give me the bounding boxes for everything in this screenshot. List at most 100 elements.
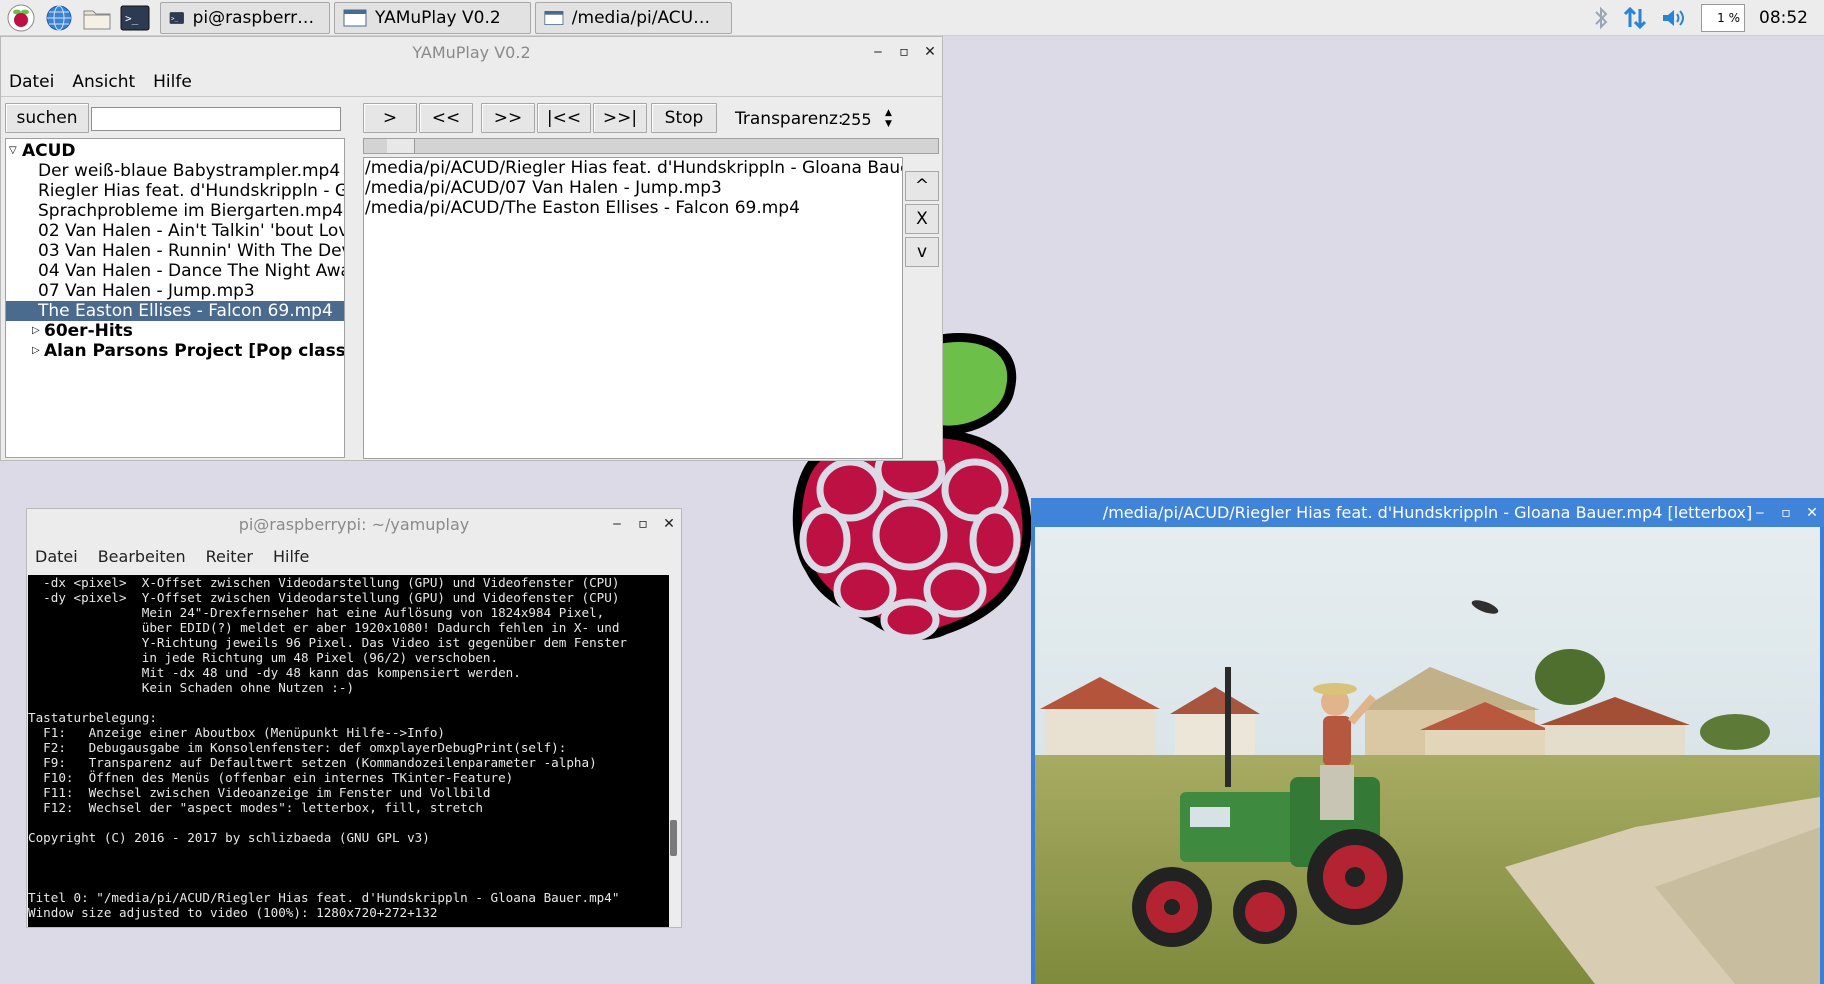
scrollbar-thumb[interactable]	[670, 820, 677, 856]
taskbar-task-terminal[interactable]: >_ pi@raspberrypi: ~/ya...	[160, 1, 330, 34]
terminal-line: F2: Debugausgabe im Konsolenfenster: def…	[28, 740, 567, 755]
network-arrows-icon[interactable]	[1623, 5, 1647, 31]
raspberry-menu-icon[interactable]	[4, 2, 38, 34]
tree-folder-label: 60er-Hits	[44, 321, 133, 341]
tree-file-item[interactable]: Riegler Hias feat. d'Hundskrippln - Gloa…	[6, 181, 344, 201]
menubar: Datei Bearbeiten Reiter Hilfe	[27, 539, 681, 573]
task-label: /media/pi/ACUD/Rie...	[571, 7, 723, 28]
forward-button[interactable]: >>	[481, 103, 535, 133]
playlist-item[interactable]: /media/pi/ACUD/07 Van Halen - Jump.mp3	[364, 178, 902, 198]
menu-hilfe[interactable]: Hilfe	[273, 547, 309, 566]
tractor-video-image	[1035, 527, 1820, 984]
playlist-item[interactable]: /media/pi/ACUD/The Easton Ellises - Falc…	[364, 198, 902, 218]
remove-button[interactable]: X	[905, 204, 939, 234]
svg-text:>_: >_	[171, 16, 179, 22]
maximize-icon[interactable]: ▫	[898, 44, 910, 60]
terminal-line: Kein Schaden ohne Nutzen :-)	[28, 680, 355, 695]
minimize-icon[interactable]: ‒	[611, 516, 623, 532]
bluetooth-icon[interactable]	[1593, 5, 1609, 31]
last-track-button[interactable]: >>|	[593, 103, 647, 133]
web-browser-icon[interactable]	[42, 2, 76, 34]
tree-folder-60er-hits[interactable]: ▷ 60er-Hits	[6, 321, 344, 341]
terminal-line: F9: Transparenz auf Defaultwert setzen (…	[28, 755, 597, 770]
collapsed-arrow-icon[interactable]: ▷	[32, 341, 40, 361]
expanded-arrow-icon[interactable]: ▽	[9, 141, 17, 161]
taskbar-task-yamuplay[interactable]: YAMuPlay V0.2	[334, 1, 531, 34]
spin-up-icon[interactable]: ▲	[885, 109, 897, 118]
tree-file-item[interactable]: The Easton Ellises - Falcon 69.mp4	[6, 301, 344, 321]
collapsed-arrow-icon[interactable]: ▷	[32, 321, 40, 341]
terminal-line: Mit -dx 48 und -dy 48 kann das kompensie…	[28, 665, 521, 680]
playlist[interactable]: /media/pi/ACUD/Riegler Hias feat. d'Hund…	[363, 157, 903, 459]
close-icon[interactable]: ✕	[924, 44, 936, 60]
video-frame[interactable]	[1035, 527, 1820, 984]
window-titlebar[interactable]: /media/pi/ACUD/Riegler Hias feat. d'Hund…	[1031, 498, 1824, 527]
tree-file-item[interactable]: 03 Van Halen - Runnin' With The Devil.mp…	[6, 241, 344, 261]
terminal-scrollbar[interactable]	[669, 575, 679, 927]
menu-reiter[interactable]: Reiter	[206, 547, 253, 566]
tree-folder-label: ACUD	[22, 141, 76, 161]
play-button[interactable]: >	[363, 103, 417, 133]
minimize-icon[interactable]: ‒	[1754, 505, 1766, 521]
terminal-line: F10: Öffnen des Menüs (offenbar ein inte…	[28, 770, 514, 785]
terminal-line: Window size adjusted to video (100%): 12…	[28, 905, 438, 920]
tree-folder-alan-parsons[interactable]: ▷ Alan Parsons Project [Pop classics]	[6, 341, 344, 361]
task-label: pi@raspberrypi: ~/ya...	[192, 7, 321, 28]
menu-bearbeiten[interactable]: Bearbeiten	[98, 547, 186, 566]
menubar: Datei Ansicht Hilfe	[1, 67, 942, 97]
playlist-item[interactable]: /media/pi/ACUD/Riegler Hias feat. d'Hund…	[364, 158, 902, 178]
progress-slider-handle[interactable]	[386, 139, 415, 153]
close-icon[interactable]: ✕	[1806, 505, 1818, 521]
window-icon	[544, 10, 564, 25]
menu-datei[interactable]: Datei	[35, 547, 78, 566]
rewind-button[interactable]: <<	[419, 103, 473, 133]
terminal-line: F1: Anzeige einer Aboutbox (Menüpunkt Hi…	[28, 725, 446, 740]
terminal-output[interactable]: -dx <pixel> X-Offset zwischen Videodarst…	[28, 575, 670, 927]
terminal-line: in jede Richtung um 48 Pixel (96/2) vers…	[28, 650, 499, 665]
terminal-icon: >_	[169, 11, 184, 24]
maximize-icon[interactable]: ▫	[1780, 505, 1792, 521]
file-tree[interactable]: ▽ ACUD Der weiß-blaue Babystrampler.mp4 R…	[5, 138, 345, 458]
video-window: /media/pi/ACUD/Riegler Hias feat. d'Hund…	[1031, 498, 1824, 984]
terminal-window: pi@raspberrypi: ~/yamuplay ‒ ▫ ✕ Datei B…	[26, 508, 682, 928]
menu-datei[interactable]: Datei	[9, 72, 54, 92]
move-up-button[interactable]: ^	[905, 171, 939, 201]
menu-ansicht[interactable]: Ansicht	[72, 72, 135, 92]
file-manager-icon[interactable]	[80, 2, 114, 34]
clock[interactable]: 08:52	[1759, 8, 1808, 28]
cpu-monitor[interactable]: 1 %	[1701, 4, 1745, 32]
volume-icon[interactable]	[1661, 6, 1687, 30]
tree-file-item[interactable]: 02 Van Halen - Ain't Talkin' 'bout Love.…	[6, 221, 344, 241]
search-input[interactable]	[91, 107, 341, 131]
window-title: pi@raspberrypi: ~/yamuplay	[238, 514, 470, 534]
transparency-stepper[interactable]: ▲ ▼	[885, 109, 897, 129]
spin-down-icon[interactable]: ▼	[885, 120, 897, 129]
terminal-line: F12: Wechsel der "aspect modes": letterb…	[28, 800, 483, 815]
search-button[interactable]: suchen	[5, 103, 89, 133]
taskbar: >_ >_ pi@raspberrypi: ~/ya... YAMuPlay V…	[0, 0, 1824, 36]
stop-button[interactable]: Stop	[651, 103, 717, 133]
maximize-icon[interactable]: ▫	[637, 516, 649, 532]
window-titlebar[interactable]: pi@raspberrypi: ~/yamuplay ‒ ▫ ✕	[27, 509, 681, 539]
tree-file-item[interactable]: Sprachprobleme im Biergarten.mp4	[6, 201, 344, 221]
tree-file-item[interactable]: 04 Van Halen - Dance The Night Away.mp3	[6, 261, 344, 281]
minimize-icon[interactable]: ‒	[872, 44, 884, 60]
menu-hilfe[interactable]: Hilfe	[153, 72, 192, 92]
close-icon[interactable]: ✕	[663, 516, 675, 532]
tree-file-item[interactable]: Der weiß-blaue Babystrampler.mp4	[6, 161, 344, 181]
tree-folder-acud[interactable]: ▽ ACUD	[6, 141, 344, 161]
window-titlebar[interactable]: YAMuPlay V0.2 ‒ ▫ ✕	[1, 37, 942, 67]
move-down-button[interactable]: v	[905, 237, 939, 267]
terminal-icon[interactable]: >_	[118, 2, 152, 34]
taskbar-task-video[interactable]: /media/pi/ACUD/Rie...	[535, 1, 732, 34]
playback-progress-bar[interactable]	[363, 138, 939, 154]
tree-file-item[interactable]: 07 Van Halen - Jump.mp3	[6, 281, 344, 301]
first-track-button[interactable]: |<<	[537, 103, 591, 133]
yamuplay-window: YAMuPlay V0.2 ‒ ▫ ✕ Datei Ansicht Hilfe …	[0, 36, 943, 461]
system-tray: 1 % 08:52	[1593, 0, 1824, 36]
transparency-label: Transparenz:	[735, 109, 844, 129]
terminal-line: F11: Wechsel zwischen Videoanzeige im Fe…	[28, 785, 491, 800]
